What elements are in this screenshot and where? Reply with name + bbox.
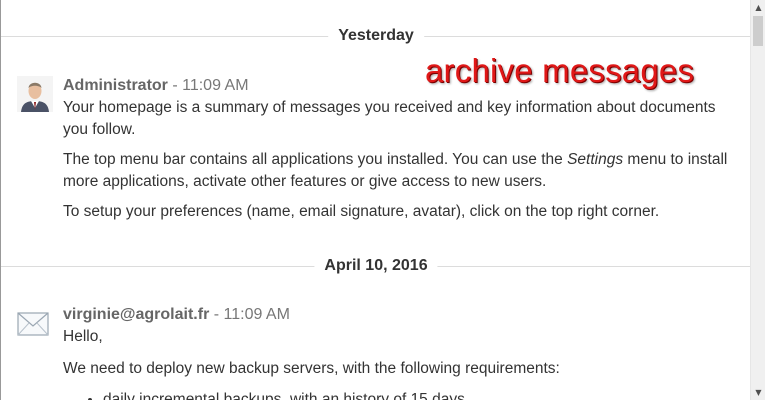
paragraph-text: The top menu bar contains all applicatio… [63, 151, 568, 168]
vertical-scrollbar[interactable]: ▲ ▼ [750, 0, 765, 400]
message-thread-view: Yesterday Administrator - 11:09 AM Your … [0, 0, 765, 400]
date-separator-label: April 10, 2016 [314, 256, 438, 276]
message-paragraph: We need to deploy new backup servers, wi… [63, 360, 560, 377]
list-item: daily incremental backups, with an histo… [103, 389, 733, 400]
date-separator-yesterday: Yesterday [1, 26, 751, 46]
archive-messages-annotation: archive messages [425, 52, 695, 89]
settings-emphasis: Settings [567, 151, 624, 168]
envelope-icon[interactable] [17, 311, 53, 341]
message-time[interactable]: 11:09 AM [182, 77, 248, 94]
requirements-list: daily incremental backups, with an histo… [63, 389, 733, 400]
message-time[interactable]: 11:09 AM [224, 306, 290, 323]
person-avatar-icon[interactable] [17, 76, 53, 112]
date-separator-april-10: April 10, 2016 [1, 256, 751, 276]
message-greeting: Hello, [63, 328, 103, 345]
header-separator: - [209, 306, 224, 323]
arrow-down-icon[interactable]: ▼ [751, 385, 765, 400]
message-header: virginie@agrolait.fr - 11:09 AM [63, 305, 733, 325]
message-paragraph: The top menu bar contains all applicatio… [63, 149, 733, 193]
message-body: virginie@agrolait.fr - 11:09 AM Hello, W… [63, 305, 733, 400]
message-paragraph: Your homepage is a summary of messages y… [63, 99, 716, 138]
message-paragraph: To setup your preferences (name, email s… [63, 203, 660, 220]
header-separator: - [167, 77, 183, 94]
date-separator-label: Yesterday [328, 26, 424, 46]
arrow-up-icon[interactable]: ▲ [751, 0, 765, 15]
message-body: Administrator - 11:09 AM Your homepage i… [63, 76, 733, 223]
message-author[interactable]: virginie@agrolait.fr [63, 306, 209, 323]
scrollbar-thumb[interactable] [753, 16, 763, 46]
message-list: Yesterday Administrator - 11:09 AM Your … [1, 0, 751, 400]
message-author[interactable]: Administrator [63, 77, 168, 94]
